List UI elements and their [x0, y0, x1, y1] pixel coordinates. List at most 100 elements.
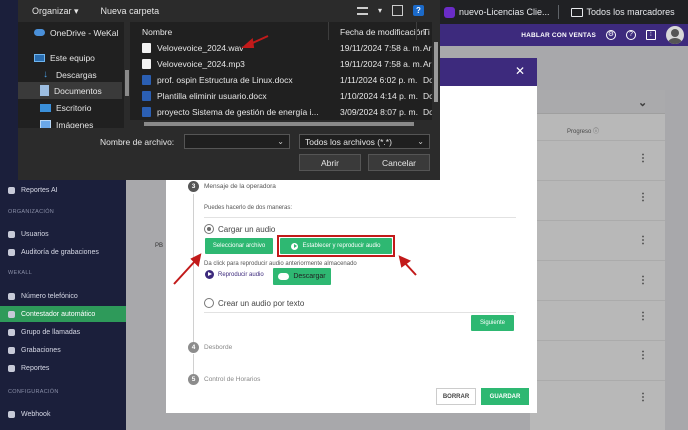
sidebar-item-contestador[interactable]: Contestador automático	[0, 306, 126, 322]
file-open-dialog: Organizar ▾ Nueva carpeta ▾ ? OneDrive -…	[18, 0, 440, 180]
file-list-header: Nombre Fecha de modificación Ti	[130, 22, 440, 40]
download-label: Descargar	[293, 273, 326, 280]
sidebar-section-wekall: WEKALL	[8, 270, 33, 276]
nav-item-label: Documentos	[54, 85, 102, 96]
cancel-button[interactable]: Cancelar	[368, 154, 430, 171]
settings-icon[interactable]: ⚙	[606, 30, 616, 40]
users-icon	[8, 230, 15, 238]
new-folder-button[interactable]: Nueva carpeta	[101, 6, 160, 16]
horizontal-scrollbar[interactable]	[130, 120, 432, 128]
browser-tab[interactable]: nuevo-Licencias Clie...	[440, 6, 550, 18]
talk-to-sales-button[interactable]: HABLAR CON VENTAS	[521, 32, 596, 39]
nav-item-label: OneDrive - WeKal	[50, 27, 119, 38]
select-file-label: Seleccionar archivo	[212, 243, 266, 249]
tts-audio-label: Crear un audio por texto	[218, 299, 305, 308]
help-icon[interactable]: ?	[626, 30, 636, 40]
save-button[interactable]: GUARDAR	[481, 388, 529, 405]
file-row[interactable]: prof. ospin Estructura de Linux.docx 1/1…	[130, 72, 433, 88]
chevron-down-icon[interactable]: ▾	[378, 6, 382, 15]
erase-button[interactable]: BORRAR	[436, 388, 476, 405]
divider	[557, 5, 559, 19]
file-name: prof. ospin Estructura de Linux.docx	[157, 75, 293, 85]
filename-label: Nombre de archivo:	[100, 137, 175, 147]
step-number: 3	[188, 181, 199, 192]
file-type-select[interactable]: Todos los archivos (*.*) ⌄	[299, 134, 430, 149]
navigation-pane: OneDrive - WeKal Este equipo ↓ Descargas…	[18, 22, 130, 128]
computer-icon	[34, 53, 45, 62]
organize-label: Organizar	[32, 5, 72, 16]
scrollbar-thumb[interactable]	[434, 42, 438, 102]
file-row[interactable]: Plantilla eliminir usuario.docx 1/10/202…	[130, 88, 433, 104]
open-button[interactable]: Abrir	[299, 154, 361, 171]
sidebar-item-auditoria[interactable]: Auditoría de grabaciones	[0, 244, 126, 260]
step-label: Mensaje de la operadora	[204, 183, 276, 190]
nav-item-documents[interactable]: Documentos	[18, 82, 122, 99]
folder-icon	[570, 7, 583, 17]
file-date: 1/10/2024 4:14 p. m.	[340, 91, 418, 101]
filename-input[interactable]: ⌄	[184, 134, 290, 149]
file-row[interactable]: proyecto Sistema de gestión de energía i…	[130, 104, 433, 120]
preview-pane-icon[interactable]	[392, 5, 403, 16]
column-name[interactable]: Nombre	[142, 27, 172, 37]
nav-item-label: Imágenes	[56, 119, 94, 129]
scrollbar-thumb[interactable]	[144, 122, 414, 126]
browser-tab-title: nuevo-Licencias Clie...	[459, 7, 550, 17]
sidebar-item-usuarios[interactable]: Usuarios	[0, 226, 126, 242]
sidebar-section-configuracion: CONFIGURACIÓN	[8, 389, 59, 395]
play-icon[interactable]	[205, 270, 214, 279]
nav-item-label: Descargas	[56, 69, 97, 80]
nav-item-desktop[interactable]: Escritorio	[18, 99, 122, 116]
column-divider[interactable]	[416, 22, 417, 40]
view-options-icon[interactable]	[356, 6, 368, 15]
voicemail-icon	[8, 310, 15, 318]
phone-icon	[8, 292, 15, 300]
download-button[interactable]: Descargar	[273, 268, 331, 285]
column-date[interactable]: Fecha de modificación	[340, 27, 425, 37]
word-file-icon	[142, 91, 151, 101]
tts-audio-radio[interactable]	[204, 298, 214, 308]
play-audio-link[interactable]: Reproducir audio	[218, 272, 264, 278]
upload-audio-radio[interactable]	[204, 224, 214, 234]
step-number: 4	[188, 342, 199, 353]
avatar[interactable]	[666, 26, 684, 44]
nav-item-this-pc[interactable]: Este equipo	[18, 49, 122, 66]
close-icon[interactable]: ✕	[515, 65, 525, 77]
sidebar-item-webhook[interactable]: Webhook	[0, 406, 126, 422]
sidebar-item-grabaciones[interactable]: Grabaciones	[0, 342, 126, 358]
sidebar-item-reportes-ai[interactable]: Reportes AI	[0, 182, 126, 198]
column-divider[interactable]	[328, 22, 329, 40]
divider	[204, 217, 516, 218]
file-row[interactable]: Velovevoice_2024.mp3 19/11/2024 7:58 a. …	[130, 56, 432, 72]
images-icon	[40, 120, 51, 128]
file-list-scrollbar[interactable]	[432, 22, 440, 128]
audio-file-icon	[142, 43, 151, 53]
bookmarks-folder[interactable]: Todos los marcadores	[567, 7, 675, 17]
sidebar-item-reportes[interactable]: Reportes	[0, 360, 126, 376]
word-file-icon	[142, 107, 151, 117]
sidebar-item-grupo-llamadas[interactable]: Grupo de llamadas	[0, 324, 126, 340]
scrollbar-thumb[interactable]	[125, 70, 129, 96]
nav-item-images[interactable]: Imágenes	[18, 116, 122, 128]
hint-text: Da click para reproducir audio anteriorm…	[204, 261, 357, 267]
step-number: 5	[188, 374, 199, 385]
upload-audio-label: Cargar un audio	[218, 225, 276, 234]
organize-menu[interactable]: Organizar ▾	[32, 6, 79, 17]
file-date: 19/11/2024 7:58 a. m.	[340, 43, 423, 53]
sidebar-item-label: Grabaciones	[21, 346, 61, 354]
chevron-down-icon: ⌄	[417, 137, 424, 146]
nav-item-onedrive[interactable]: OneDrive - WeKal	[18, 24, 122, 41]
nav-item-downloads[interactable]: ↓ Descargas	[18, 66, 122, 83]
step-connector	[193, 194, 194, 342]
file-row[interactable]: Velovevoice_2024.wav 19/11/2024 7:58 a. …	[130, 40, 432, 56]
column-type[interactable]: Ti	[423, 27, 430, 37]
chevron-down-icon[interactable]: ⌄	[277, 137, 284, 146]
select-file-button[interactable]: Seleccionar archivo	[205, 238, 273, 254]
sidebar-item-label: Grupo de llamadas	[21, 328, 81, 336]
sidebar-item-numero-telefonico[interactable]: Número telefónico	[0, 288, 126, 304]
next-button[interactable]: Siguiente	[471, 315, 514, 331]
help-icon[interactable]: ?	[413, 5, 424, 16]
sidebar-item-label: Usuarios	[21, 230, 49, 238]
nav-item-label: Este equipo	[50, 52, 95, 63]
grid-menu-icon[interactable]: ⁞	[646, 30, 656, 40]
sidebar-item-label: Número telefónico	[21, 292, 78, 300]
